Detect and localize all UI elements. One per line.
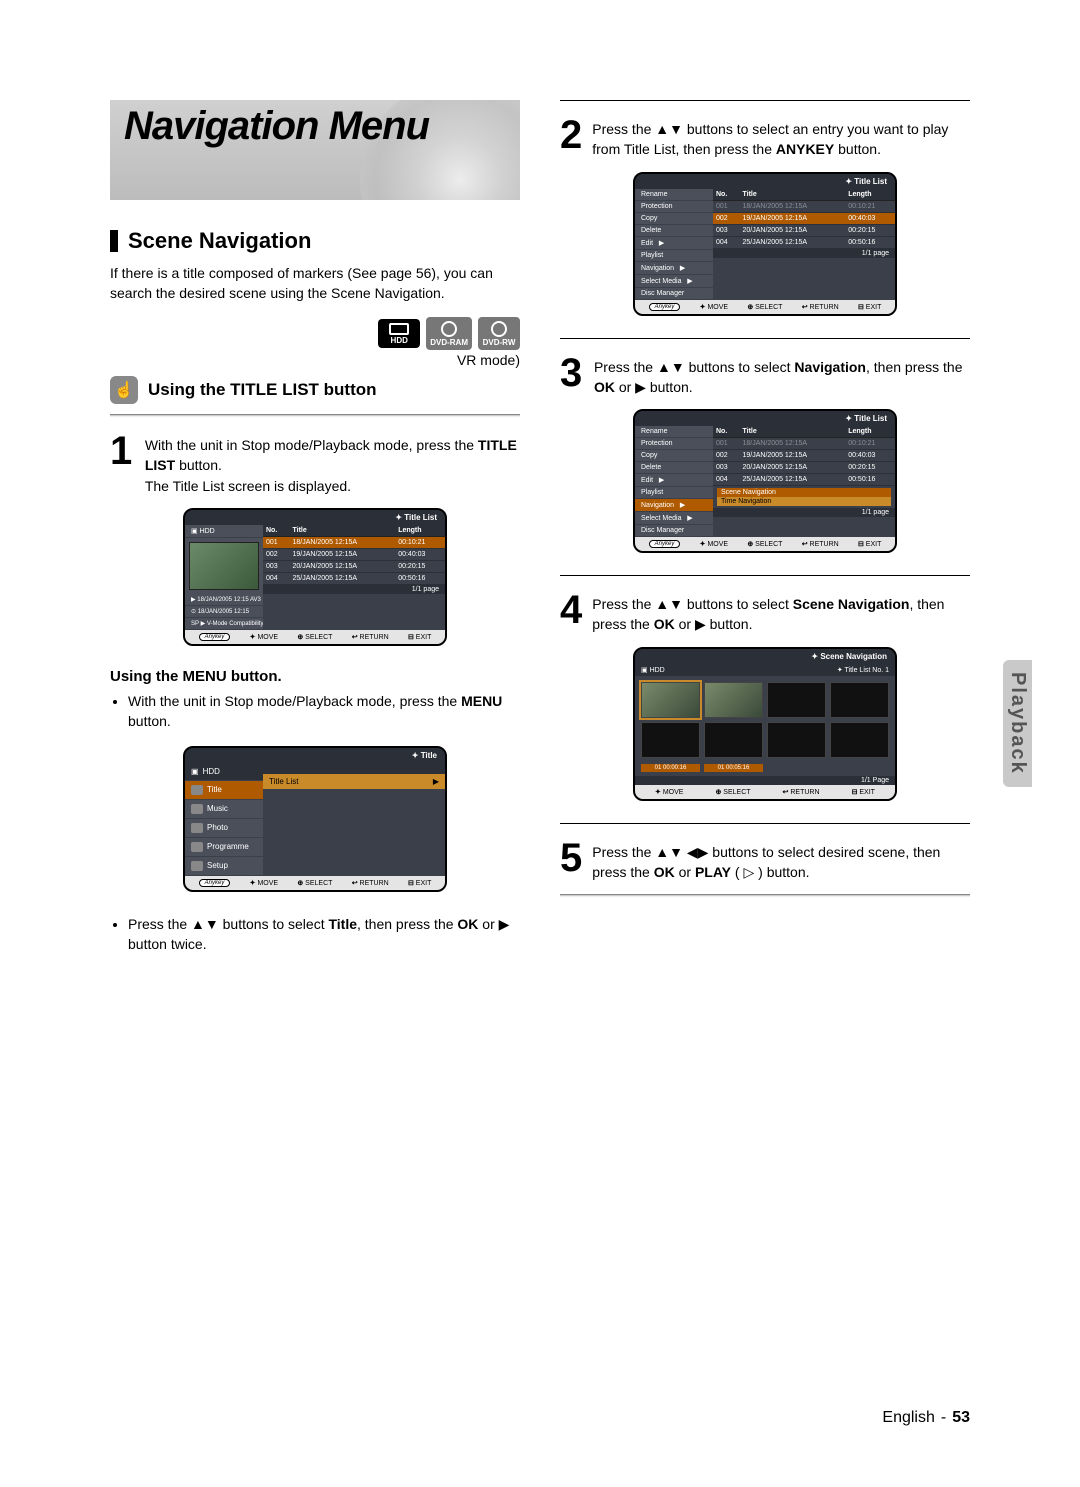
hdd-icon [389,323,409,335]
rule [560,338,970,339]
photo-icon [191,823,203,833]
side-tab-playback: Playback [1003,660,1032,787]
step-text: Press the ▲▼ buttons to select Navigatio… [594,357,970,398]
page-footer: English - 53 [882,1409,970,1427]
vr-mode-label: VR mode) [110,352,520,368]
disc-icon [491,321,507,337]
step-4: 4 Press the ▲▼ buttons to select Scene N… [560,594,970,635]
scene-cell [767,722,826,758]
rule [560,100,970,101]
using-menu-bullet: With the unit in Stop mode/Playback mode… [128,691,520,732]
step-number: 4 [560,594,582,635]
step-text: Press the ▲▼ buttons to select Scene Nav… [592,594,970,635]
title-icon [191,785,203,795]
scene-cell [704,682,763,718]
media-badge-dvdram: DVD-RAM [426,317,472,350]
media-badge-dvdrw: DVD-RW [478,317,520,350]
scene-cell [767,682,826,718]
scene-cell [641,722,700,758]
title-list-table: No.TitleLength 00118/JAN/2005 12:15A00:1… [263,525,445,585]
step-number: 1 [110,435,135,496]
footer-language: English [882,1409,934,1427]
programme-icon [191,842,203,852]
hand-icon: ☝ [110,376,138,404]
step-3: 3 Press the ▲▼ buttons to select Navigat… [560,357,970,398]
footer-page-number: 53 [952,1409,970,1427]
step-5: 5 Press the ▲▼ ◀▶ buttons to select desi… [560,842,970,883]
rule [560,575,970,576]
chapter-title: Navigation Menu [124,104,429,149]
osd-title-list: ✦ Title List ▣ HDD ▶ 18/JAN/2005 12:15 A… [183,508,447,646]
step-number: 5 [560,842,582,883]
media-badge-hdd: HDD [378,319,420,348]
using-title-list-text: Using the TITLE LIST button [148,380,377,400]
disc-icon [441,321,457,337]
osd-footer: Anykey ✦ MOVE ⊕ SELECT ↩ RETURN ⊟ EXIT [185,630,445,644]
section-title: Scene Navigation [128,228,311,254]
step-number: 2 [560,119,582,160]
step-text: Press the ▲▼ buttons to select an entry … [592,119,970,160]
media-badges: HDD DVD-RAM DVD-RW [110,317,520,350]
section-heading: Scene Navigation [110,228,520,254]
divider [560,894,970,897]
scene-cell [641,682,700,718]
chapter-banner: Navigation Menu [110,100,520,200]
osd-navigation-submenu: ✦ Title List Rename Protection Copy Dele… [633,409,897,553]
heading-bar-icon [110,230,118,252]
setup-icon [191,861,203,871]
scene-cell [830,682,889,718]
rule [560,823,970,824]
osd-title-menu: ✦ Title ▣ HDD Title Music Photo Programm… [183,746,447,892]
step-text: Press the ▲▼ ◀▶ buttons to select desire… [592,842,970,883]
divider [110,414,520,417]
step-2: 2 Press the ▲▼ buttons to select an entr… [560,119,970,160]
after-menu-bullet: Press the ▲▼ buttons to select Title, th… [128,914,520,955]
section-description: If there is a title composed of markers … [110,264,520,303]
using-menu-list: With the unit in Stop mode/Playback mode… [110,691,520,732]
scene-cell [830,722,889,758]
step-number: 3 [560,357,584,398]
scene-cell [704,722,763,758]
footer-sep: - [941,1409,946,1427]
using-title-list-heading: ☝ Using the TITLE LIST button [110,376,520,404]
osd-scene-navigation: ✦ Scene Navigation ▣ HDD✦ Title List No.… [633,647,897,801]
after-menu-list: Press the ▲▼ buttons to select Title, th… [110,914,520,955]
video-thumbnail [189,542,259,590]
step-1: 1 With the unit in Stop mode/Playback mo… [110,435,520,496]
step-text: With the unit in Stop mode/Playback mode… [145,435,520,496]
osd-anykey-menu: ✦ Title List Rename Protection Copy Dele… [633,172,897,316]
music-icon [191,804,203,814]
using-menu-heading: Using the MENU button. [110,668,520,685]
